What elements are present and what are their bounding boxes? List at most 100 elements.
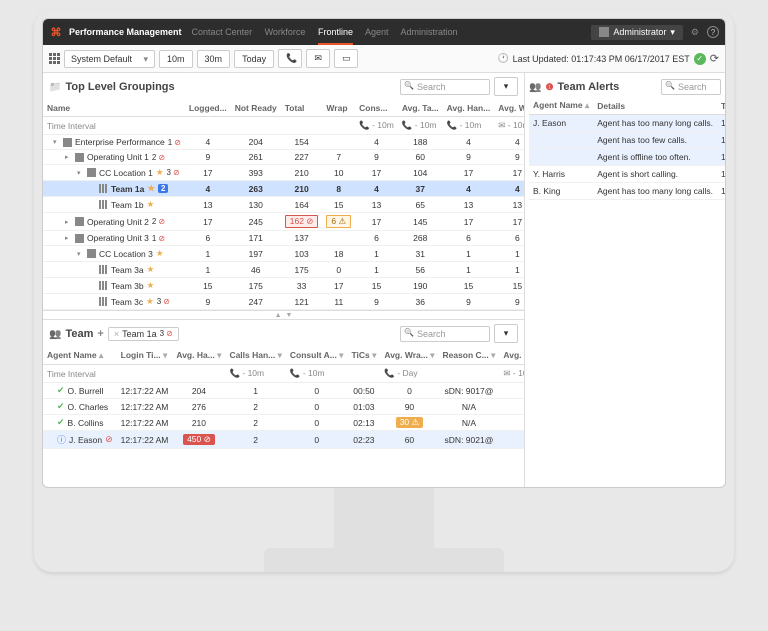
alerts-table: Agent Name ▴DetailsTime J. EasonAgent ha… <box>529 97 726 200</box>
settings-icon[interactable]: ⚙ <box>691 27 699 38</box>
grouping-row[interactable]: Team 1a★24263210843744 <box>43 181 524 197</box>
help-icon[interactable]: ? <box>707 26 719 38</box>
status-ok-icon: ✓ <box>694 53 706 65</box>
channel-email-button[interactable]: ✉ <box>306 49 330 68</box>
toolbar: System Default 10m 30m Today 📞 ✉ ▭ Last … <box>43 45 725 73</box>
col-subheader <box>185 117 231 135</box>
alerts-icon <box>529 81 541 93</box>
chevron-down-icon: ▾ <box>670 27 675 38</box>
agent-row[interactable]: ✔ B. Collins12:17:22 AM2102002:1330 ⚠N/A… <box>43 415 524 431</box>
team-title: Team+ <box>49 328 104 340</box>
app-title: Performance Management <box>69 27 182 37</box>
folder-icon <box>49 81 61 93</box>
alerts-title: ❶Team Alerts <box>529 81 619 93</box>
col-header[interactable]: TiCs ▾ <box>347 347 380 365</box>
col-subheader: ✉ - 10m <box>494 117 524 135</box>
col-subheader: 📞 - 10m <box>398 117 443 135</box>
user-name: Administrator <box>613 27 666 37</box>
grouping-row[interactable]: Team 3c★3 ⊘92471211193699 <box>43 294 524 310</box>
team-search[interactable]: Search <box>400 326 490 342</box>
col-header[interactable]: Cons... <box>355 100 398 117</box>
groupings-search[interactable]: Search <box>400 79 490 95</box>
grouping-row[interactable]: ▾CC Location 1★3 ⊘1739321010171041717 <box>43 165 524 181</box>
col-header[interactable]: Not Ready <box>231 100 281 117</box>
col-subheader: Time Interval <box>43 117 185 135</box>
grouping-row[interactable]: ▸Operating Unit 22 ⊘17245162 ⊘6 ⚠1714517… <box>43 213 524 231</box>
col-header[interactable]: Consult A... ▾ <box>286 347 348 365</box>
team-filter-button[interactable]: ▾ <box>494 324 518 343</box>
channel-chat-button[interactable]: ▭ <box>334 49 358 68</box>
grouping-row[interactable]: Team 3a★146175015611 <box>43 262 524 278</box>
col-header[interactable]: Avg. Han... <box>443 100 495 117</box>
grouping-row[interactable]: ▾Enterprise Performance1 ⊘4204154418844 <box>43 135 524 150</box>
range-30m[interactable]: 30m <box>197 50 231 68</box>
clock-icon <box>497 53 508 64</box>
groupings-table: NameLogged...Not ReadyTotalWrapCons...Av… <box>43 100 524 310</box>
grouping-row[interactable]: ▾CC Location 3★11971031813111 <box>43 246 524 262</box>
col-header[interactable]: Wrap <box>322 100 355 117</box>
col-subheader: ✉ - 10m <box>499 365 524 383</box>
col-header[interactable]: Avg. Wr... <box>494 100 524 117</box>
nav-frontline[interactable]: Frontline <box>318 27 353 45</box>
col-subheader: 📞 - 10m <box>443 117 495 135</box>
title-bar: ⌘ Performance Management Contact Center … <box>43 19 725 45</box>
range-10m[interactable]: 10m <box>159 50 193 68</box>
alert-row[interactable]: J. EasonAgent has too many long calls.10… <box>529 115 726 132</box>
team-chip[interactable]: ×Team 1a3⊘ <box>108 327 179 341</box>
col-header[interactable]: Agent Name ▴ <box>43 347 117 365</box>
col-header[interactable]: Avg. Ta... <box>398 100 443 117</box>
col-subheader: Time Interval <box>43 365 117 383</box>
groupings-title: Top Level Groupings <box>49 81 175 93</box>
view-select[interactable]: System Default <box>64 50 155 68</box>
agent-row[interactable]: ⓘ J. Eason ⊘12:17:22 AM450 ⊘2002:2360sDN… <box>43 431 524 449</box>
col-header[interactable]: Name <box>43 100 185 117</box>
nav-agent[interactable]: Agent <box>365 27 389 37</box>
alerts-search[interactable]: Search <box>661 79 721 95</box>
nav-admin[interactable]: Administration <box>401 27 458 37</box>
col-header[interactable]: Details <box>593 97 717 115</box>
grouping-row[interactable]: Team 1b★131301641513651313 <box>43 197 524 213</box>
col-subheader <box>172 365 225 383</box>
col-header[interactable]: Login Ti... ▾ <box>117 347 173 365</box>
alert-badge-icon: ❶ <box>545 82 553 93</box>
col-subheader <box>117 365 173 383</box>
groupings-filter-button[interactable]: ▾ <box>494 77 518 96</box>
refresh-button[interactable]: ⟳ <box>710 52 719 65</box>
col-subheader: 📞 - 10m <box>355 117 398 135</box>
last-updated: Last Updated: 01:17:43 PM 06/17/2017 EST <box>513 54 690 64</box>
agent-row[interactable]: ✔ O. Burrell12:17:22 AM2041000:500sDN: 9… <box>43 383 524 399</box>
channel-phone-button[interactable]: 📞 <box>278 49 302 68</box>
user-icon <box>599 27 609 37</box>
layout-icon[interactable] <box>49 53 60 64</box>
col-header[interactable]: Avg. Ha... ▾ <box>172 347 225 365</box>
col-header[interactable]: Avg. Han... ▾ <box>499 347 524 365</box>
app-logo-icon: ⌘ <box>49 25 63 39</box>
user-menu[interactable]: Administrator ▾ <box>591 25 683 40</box>
alert-row[interactable]: B. KingAgent has too many long calls.17:… <box>529 183 726 200</box>
nav-contact-center[interactable]: Contact Center <box>192 27 253 37</box>
range-today[interactable]: Today <box>234 50 274 68</box>
col-header[interactable]: Calls Han... ▾ <box>225 347 285 365</box>
col-subheader <box>438 365 499 383</box>
col-header[interactable]: Logged... <box>185 100 231 117</box>
agent-row[interactable]: ✔ O. Charles12:17:22 AM2762001:0390N/A0 <box>43 399 524 415</box>
grouping-row[interactable]: ▸Operating Unit 31 ⊘6171137626866 <box>43 231 524 246</box>
col-header[interactable]: Agent Name ▴ <box>529 97 593 115</box>
splitter[interactable]: ▲ ▼ <box>43 310 524 320</box>
grouping-row[interactable]: ▸Operating Unit 12 ⊘9261227796099 <box>43 150 524 165</box>
nav-workforce[interactable]: Workforce <box>265 27 306 37</box>
alert-row[interactable]: Agent is offline too often.10:05 <box>529 149 726 166</box>
col-header[interactable]: Total <box>281 100 323 117</box>
col-subheader: 📞 - 10m <box>225 365 285 383</box>
col-header[interactable]: Time <box>717 97 726 115</box>
grouping-row[interactable]: Team 3b★151753317151901515 <box>43 278 524 294</box>
col-header[interactable]: Avg. Wra... ▾ <box>380 347 438 365</box>
alert-row[interactable]: Agent has too few calls.10:05 <box>529 132 726 149</box>
col-subheader: 📞 - 10m <box>286 365 348 383</box>
col-header[interactable]: Reason C... ▾ <box>438 347 499 365</box>
alert-row[interactable]: Y. HarrisAgent is short calling.17:05 <box>529 166 726 183</box>
team-icon <box>49 328 61 340</box>
team-plus-button[interactable]: + <box>97 328 103 340</box>
col-subheader <box>322 117 355 135</box>
team-table: Agent Name ▴Login Ti... ▾Avg. Ha... ▾Cal… <box>43 347 524 449</box>
